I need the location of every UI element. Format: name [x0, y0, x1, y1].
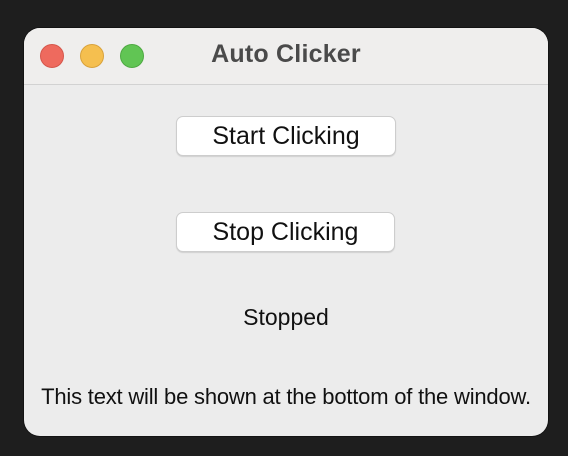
status-label: Stopped — [243, 304, 329, 330]
window-title: Auto Clicker — [24, 40, 548, 69]
window-title-text: Auto Clicker — [211, 40, 361, 68]
bottom-message: This text will be shown at the bottom of… — [41, 384, 531, 409]
title-bar[interactable]: Auto Clicker — [24, 28, 548, 85]
app-window: Auto Clicker Start Clicking Stop Clickin… — [24, 28, 548, 436]
stop-clicking-button[interactable]: Stop Clicking — [176, 212, 395, 252]
start-clicking-button[interactable]: Start Clicking — [176, 116, 396, 156]
